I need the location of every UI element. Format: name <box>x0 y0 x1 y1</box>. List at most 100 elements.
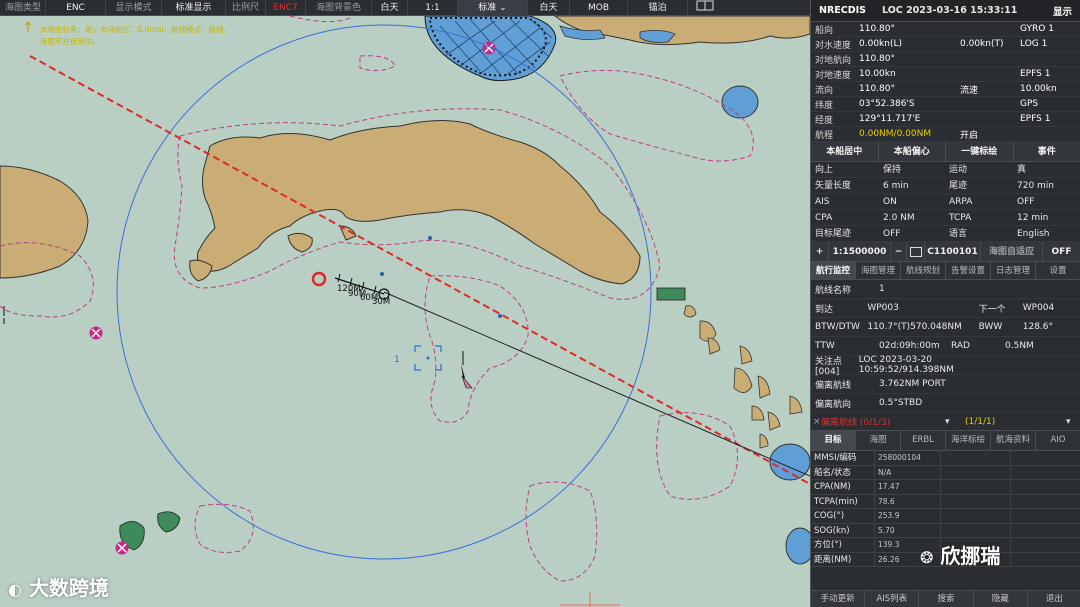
zoom-in-button[interactable]: + <box>811 242 829 261</box>
target-key: MMSI/编码 <box>811 451 875 466</box>
nav-key: 船向 <box>815 25 834 36</box>
display-button[interactable]: 显示 <box>1045 4 1080 18</box>
target-value: 5.70 <box>875 523 941 538</box>
tab-erbl[interactable]: ERBL <box>901 431 946 450</box>
route-row: 偏离航线 3.762NM PORT <box>811 375 1080 394</box>
tab-marine-plot[interactable]: 海洋标绘 <box>946 431 991 450</box>
display-mode-button[interactable]: 标准显示 <box>162 0 226 16</box>
hide-button[interactable]: 隐藏 <box>974 591 1028 607</box>
setting-value[interactable]: 保持 <box>879 162 945 178</box>
alarm-close-icon[interactable]: × <box>811 417 821 427</box>
auto-chart-toggle[interactable]: OFF <box>1043 242 1080 261</box>
setting-key: 矢量长度 <box>811 178 879 194</box>
target-cell-empty <box>1011 538 1080 553</box>
nautical-chart[interactable]: 120M 90M 60M 30M 1 ↑ 大地坐标系：是；大洋航区：0.0nmi… <box>0 16 810 607</box>
tab-nav-monitor[interactable]: 航行监控 <box>811 262 856 279</box>
tab-nautical-info[interactable]: 航海资料 <box>991 431 1036 450</box>
tab-log-mgmt[interactable]: 日志管理 <box>991 262 1036 279</box>
setting-value[interactable]: 2.0 NM <box>879 210 945 226</box>
anchor-button[interactable]: 锚泊 <box>628 0 688 16</box>
color-swatch-icon[interactable] <box>907 242 925 261</box>
nav-source: EPFS 1 <box>1020 114 1051 124</box>
route-value: 1 <box>879 284 885 294</box>
chart-type-button[interactable]: ENC <box>46 0 106 16</box>
setting-value[interactable]: 6 min <box>879 178 945 194</box>
manual-update-button[interactable]: 手动更新 <box>811 591 866 607</box>
mob-button[interactable]: MOB <box>570 0 628 16</box>
zoom-ratio-button[interactable]: 1:1 <box>408 0 458 16</box>
scale-button[interactable]: ENC7 <box>266 0 306 16</box>
offset-ship-button[interactable]: 本船偏心 <box>879 142 946 161</box>
nav-key: 纬度 <box>815 100 834 111</box>
alarm-dropdown-icon[interactable]: ▾ <box>945 417 959 427</box>
nav-value: 110.80° <box>859 54 895 64</box>
nav-value: 0.00NM/0.00NM <box>859 129 932 139</box>
setting-value[interactable]: OFF <box>1013 194 1080 210</box>
tab-aio[interactable]: AIO <box>1036 431 1080 450</box>
day-night-button[interactable]: 白天 <box>528 0 570 16</box>
info-panel: NRECDIS LOC 2023-03-16 15:33:11 显示 船向 110… <box>810 0 1080 607</box>
tab-chart-mgmt[interactable]: 海图管理 <box>856 262 901 279</box>
nav-key: 经度 <box>815 115 834 126</box>
setting-value[interactable]: ON <box>879 194 945 210</box>
setting-value[interactable]: English <box>1013 226 1080 242</box>
route-row: 到达 WP003 下一个 WP004 <box>811 299 1080 318</box>
quick-plot-button[interactable]: 一键标绘 <box>946 142 1014 161</box>
nav-key: 流向 <box>815 85 834 96</box>
event-button[interactable]: 事件 <box>1014 142 1080 161</box>
watermark-text-right: 欣挪瑞 <box>940 544 1001 568</box>
tab-route-plan[interactable]: 航线规划 <box>901 262 946 279</box>
zoom-out-button[interactable]: − <box>891 242 907 261</box>
target-tabs: 目标 海图 ERBL 海洋标绘 航海资料 AIO <box>811 431 1080 451</box>
nav-row: 对水速度 0.00kn(L) 0.00kn(T) LOG 1 <box>811 37 1080 52</box>
bg-color-button[interactable]: 白天 <box>372 0 408 16</box>
target-key: TCPA(min) <box>811 494 875 509</box>
setting-value[interactable]: 720 min <box>1013 178 1080 194</box>
watermark-icon: ◐ <box>8 580 22 599</box>
nav-row: 对地速度 10.00kn EPFS 1 <box>811 67 1080 82</box>
route-value: 0.5°STBD <box>879 398 923 408</box>
route-value-2: 128.6° <box>1022 322 1054 332</box>
alarm-count: (1/1/1) <box>965 416 996 427</box>
route-value: 3.762NM PORT <box>879 379 946 389</box>
north-arrow-icon: ↑ <box>22 20 34 36</box>
standard-dropdown[interactable]: 标准 ⌄ <box>458 0 528 16</box>
window-toggle-icon[interactable] <box>688 0 722 16</box>
search-button[interactable]: 搜索 <box>919 591 974 607</box>
target-cell-empty <box>941 494 1011 509</box>
target-cell-empty <box>1011 509 1080 524</box>
target-cell-empty <box>1011 466 1080 480</box>
watermark-logo-right: ❂ 欣挪瑞 <box>920 540 1000 569</box>
setting-value[interactable]: OFF <box>879 226 945 242</box>
setting-key: 目标尾迹 <box>811 226 879 242</box>
target-cell-empty <box>1011 495 1080 509</box>
ais-list-button[interactable]: AIS列表 <box>865 591 920 607</box>
target-key: COG(°) <box>811 509 875 524</box>
tab-chart[interactable]: 海图 <box>856 431 901 450</box>
nav-value-2: 流速 <box>960 85 979 96</box>
nav-source: LOG 1 <box>1020 39 1048 49</box>
target-cell-empty <box>941 480 1011 495</box>
nav-key: 对地航向 <box>815 55 852 66</box>
center-ship-button[interactable]: 本船居中 <box>811 142 879 161</box>
nav-row: 船向 110.80° GYRO 1 <box>811 22 1080 37</box>
nav-value: 10.00kn <box>859 69 896 79</box>
setting-key: 向上 <box>811 162 879 178</box>
mode-label: NRECDIS <box>819 5 866 16</box>
target-cell-empty <box>941 451 1011 466</box>
alarm-count-dropdown-icon[interactable]: ▾ <box>1066 417 1080 427</box>
route-row: 关注点[004] LOC 2023-03-20 10:59:52/914.398N… <box>811 355 1080 377</box>
setting-value[interactable]: 真 <box>1013 162 1080 178</box>
nav-source: EPFS 1 <box>1020 69 1051 79</box>
target-cell-empty <box>1011 480 1080 495</box>
tab-settings[interactable]: 设置 <box>1036 262 1080 279</box>
scale-label: 比例尺 <box>226 0 266 16</box>
scale-value: 1:1500000 <box>829 242 891 261</box>
exit-button[interactable]: 退出 <box>1028 591 1080 607</box>
tab-target[interactable]: 目标 <box>811 431 856 450</box>
chevron-down-icon: ⌄ <box>499 2 507 13</box>
chart-note-line: 海图不在使用中。 <box>40 37 100 46</box>
tab-alarm-settings[interactable]: 告警设置 <box>946 262 991 279</box>
settings-grid: 向上 保持 运动真矢量长度 6 min 尾迹 720 min AIS ON ARPA OFF CPA… <box>811 162 1080 242</box>
setting-value[interactable]: 12 min <box>1013 210 1080 226</box>
